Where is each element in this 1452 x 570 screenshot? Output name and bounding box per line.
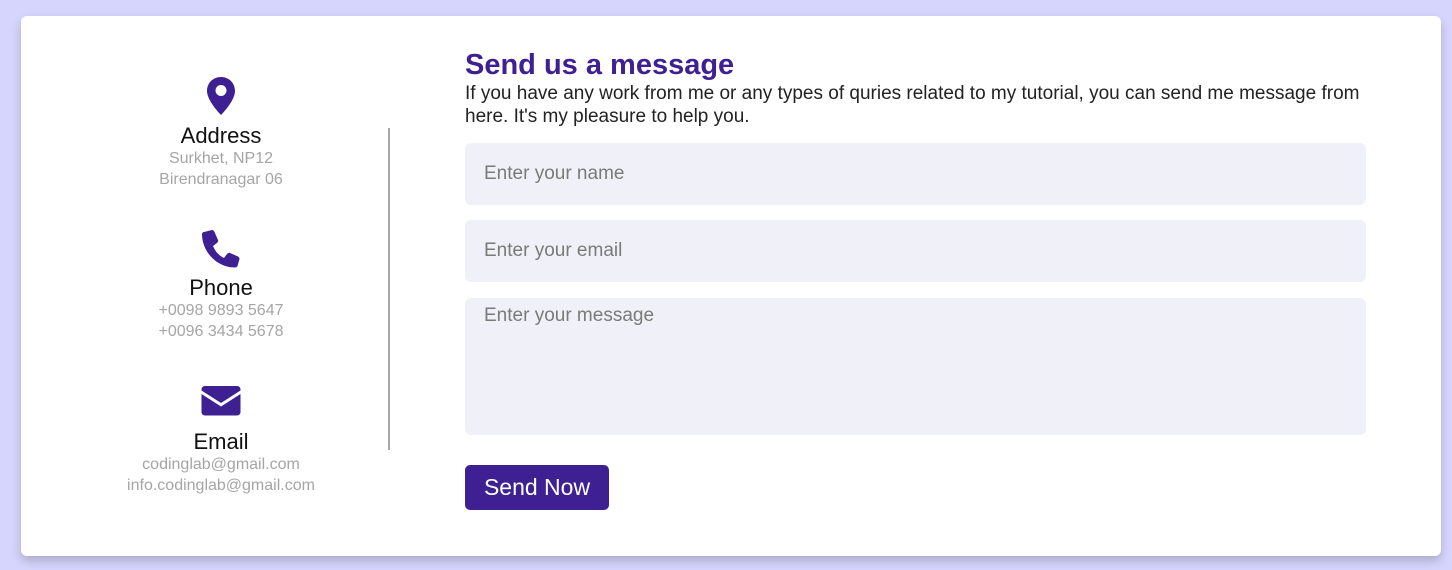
message-form: Send us a message If you have any work f… [465,16,1367,556]
email-info: Email codinglab@gmail.com info.codinglab… [21,382,421,496]
address-line-1: Surkhet, NP12 [168,150,274,167]
form-heading: Send us a message [465,49,735,81]
envelope-icon [21,382,421,422]
message-textarea[interactable] [465,298,1366,435]
contact-card: Address Surkhet, NP12 Birendranagar 06 P… [21,16,1441,556]
form-description: If you have any work from me or any type… [465,83,1360,127]
phone-line-1: +0098 9893 5647 [158,302,284,319]
email-line-2: info.codinglab@gmail.com [127,477,315,494]
email-input[interactable] [465,220,1366,282]
address-line-2: Birendranagar 06 [159,171,283,188]
map-pin-icon [21,76,421,116]
send-now-button[interactable]: Send Now [465,465,609,510]
phone-line-2: +0096 3434 5678 [158,323,284,340]
phone-title: Phone [189,275,253,300]
name-input[interactable] [465,143,1366,205]
phone-icon [21,228,421,268]
phone-info: Phone +0098 9893 5647 +0096 3434 5678 [21,228,421,342]
address-info: Address Surkhet, NP12 Birendranagar 06 [21,76,421,190]
address-title: Address [180,123,262,148]
email-line-1: codinglab@gmail.com [142,456,300,473]
vertical-divider [388,128,390,450]
email-title: Email [193,429,249,454]
contact-info-panel: Address Surkhet, NP12 Birendranagar 06 P… [21,16,421,556]
